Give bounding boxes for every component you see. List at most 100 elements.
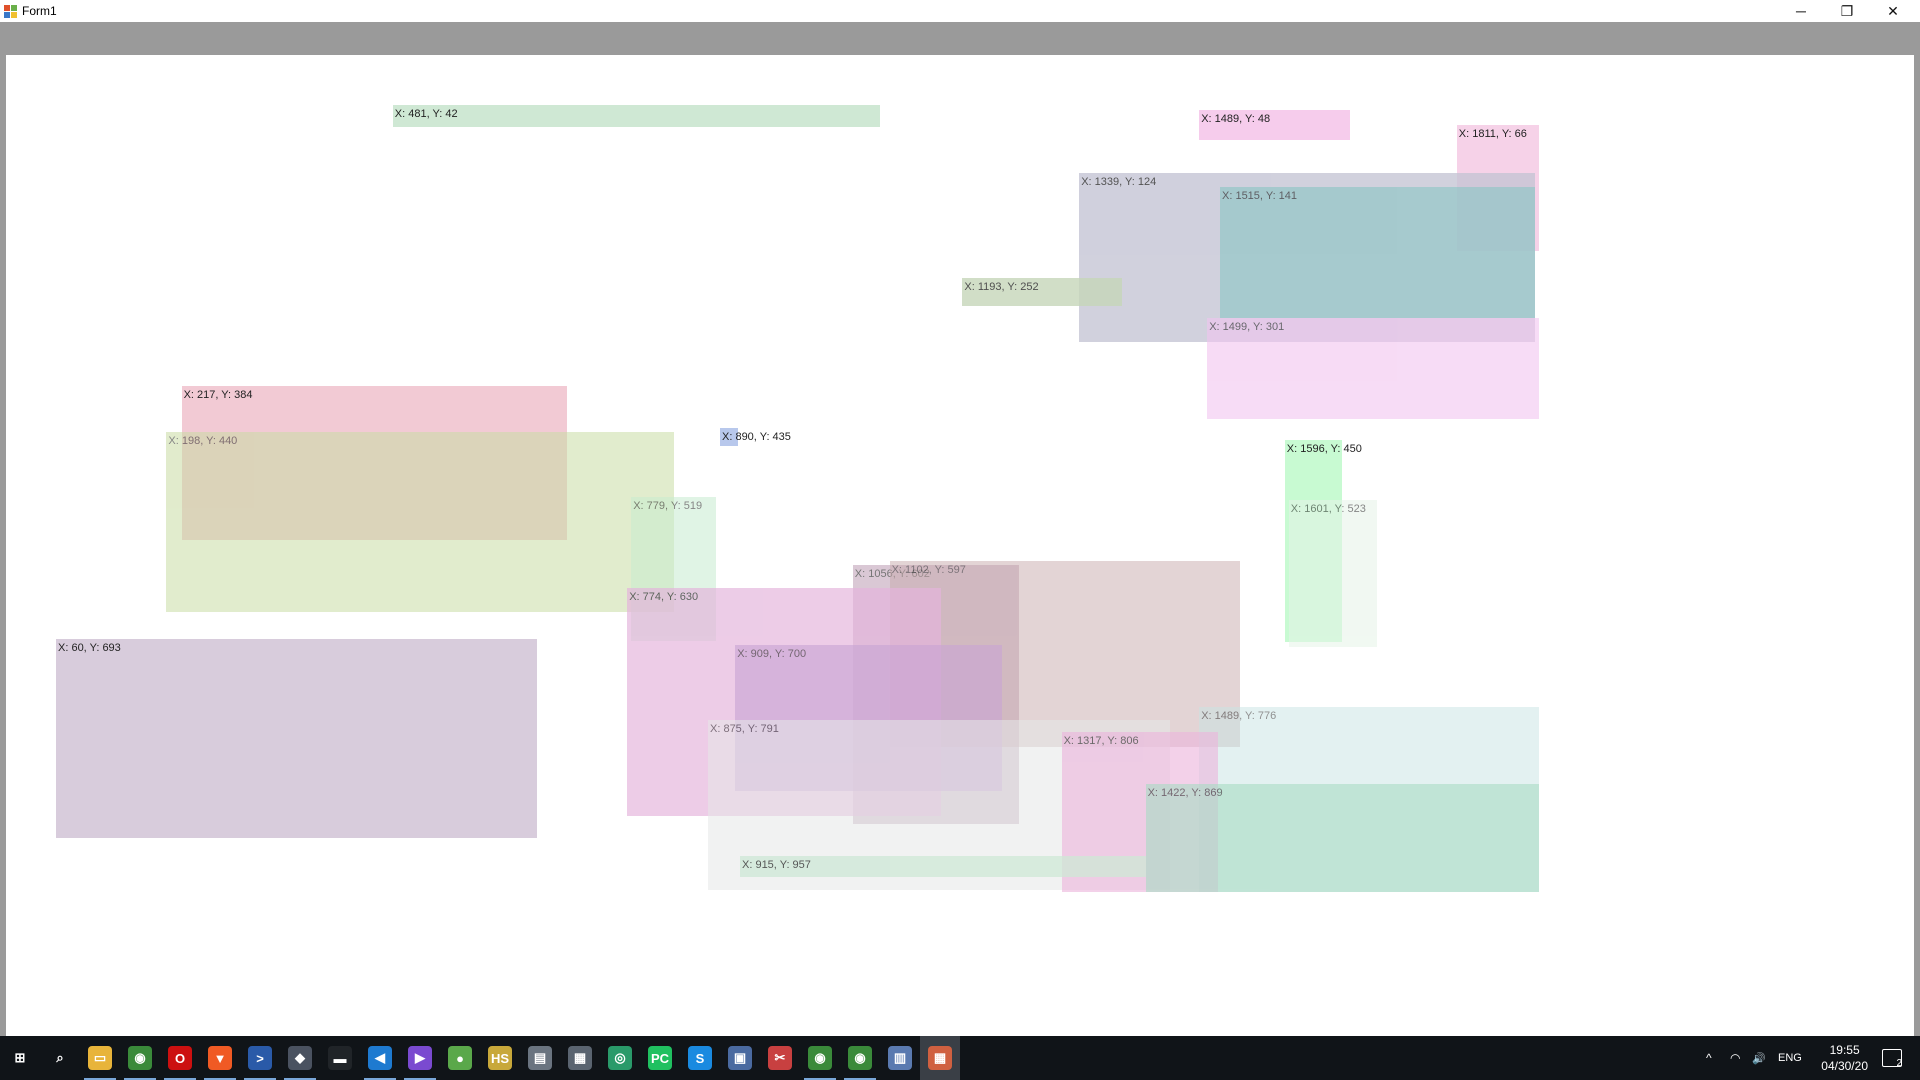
close-button[interactable]: ✕ [1870,0,1916,22]
app-icon [4,5,17,18]
rectangle-coordinate-label: X: 1811, Y: 66 [1458,128,1527,141]
drawn-rectangle: X: 1601, Y: 523 [1288,499,1377,648]
drawn-rectangle: X: 890, Y: 435 [720,427,791,446]
form-client-area: X: 481, Y: 42 X: 1489, Y: 48 X: 1811, Y: 6… [0,22,1920,1056]
rectangle-coordinate-label: X: 1339, Y: 124 [1081,175,1157,188]
rectangle-coordinate-label: X: 915, Y: 957 [742,858,811,871]
taskbar-notepad-button[interactable]: ▥ [880,1036,920,1080]
visual-studio-icon: ▶ [408,1046,432,1070]
rectangle-coordinate-label: X: 1102, Y: 597 [891,563,966,576]
taskbar-snipping-tool-button[interactable]: ✂ [760,1036,800,1080]
taskbar-network-tool-button[interactable]: ▦ [560,1036,600,1080]
network-button[interactable]: ◠ [1730,1036,1740,1080]
powershell-icon: > [248,1046,272,1070]
git-icon: ◆ [288,1046,312,1070]
drawn-rectangle: X: 198, Y: 440 [166,431,674,613]
rectangle-coordinate-label: X: 1515, Y: 141 [1222,189,1298,202]
volume-icon: 🔊 [1752,1052,1766,1065]
taskbar-form1-app-button[interactable]: ▦ [920,1036,960,1080]
drawn-rectangle: X: 60, Y: 693 [56,639,537,838]
skype-icon: S [688,1046,712,1070]
taskbar-chrome-2-button[interactable]: ◉ [800,1036,840,1080]
tray-overflow-button[interactable]: ^ [1706,1036,1712,1080]
taskbar-spring-button[interactable]: ● [440,1036,480,1080]
rectangle-coordinate-label: X: 875, Y: 791 [710,722,779,735]
hs-app-icon: HS [488,1046,512,1070]
taskbar-opera-button[interactable]: O [160,1036,200,1080]
chrome-icon: ◉ [128,1046,152,1070]
drawn-rectangle: X: 1489, Y: 48 [1199,110,1350,140]
rectangle-coordinate-label: X: 890, Y: 435 [722,430,791,443]
rectangle-coordinate-label: X: 198, Y: 440 [168,434,238,447]
vscode-icon: ◀ [368,1046,392,1070]
rectangle-coordinate-label: X: 60, Y: 693 [58,642,121,655]
drawn-rectangle: X: 481, Y: 42 [392,105,880,127]
notification-count: 2 [1896,1058,1902,1069]
input-language-button[interactable]: ENG [1778,1036,1802,1080]
notepad-icon: ▥ [888,1046,912,1070]
opera-icon: O [168,1046,192,1070]
rectangle-coordinate-label: X: 1317, Y: 806 [1063,734,1139,747]
taskbar-powershell-button[interactable]: > [240,1036,280,1080]
rectangle-coordinate-label: X: 217, Y: 384 [183,388,253,401]
taskbar-terminal-button[interactable]: ▬ [320,1036,360,1080]
rectangle-coordinate-label: X: 1499, Y: 301 [1209,320,1285,333]
notification-center-button[interactable]: 2 [1872,1036,1912,1080]
volume-button[interactable]: 🔊 [1752,1036,1766,1080]
rectangle-coordinate-label: X: 909, Y: 700 [737,648,807,660]
taskbar-brave-button[interactable]: ▼ [200,1036,240,1080]
rectangle-coordinate-label: X: 1489, Y: 776 [1201,710,1277,723]
rectangle-coordinate-label: X: 1601, Y: 523 [1290,502,1366,515]
taskbar-chrome-button[interactable]: ◉ [120,1036,160,1080]
close-icon: ✕ [1887,2,1899,19]
chrome-3-icon: ◉ [848,1046,872,1070]
paint-icon: ▣ [728,1046,752,1070]
rectangle-coordinate-label: X: 1422, Y: 869 [1147,786,1223,799]
taskbar: ⊞ ⌕ ▭ ◉ O ▼ > ◆ ▬ ◀ ▶ ● HS ▤ ▦ ◎ PC S ▣ ✂ ◉ ◉ ▥ ▦ ^ ◠ 🔊 ENG 19:… [0,1036,1920,1080]
taskbar-start-button[interactable]: ⊞ [0,1036,40,1080]
spring-icon: ● [448,1046,472,1070]
minimize-button[interactable]: ─ [1778,0,1824,22]
start-icon: ⊞ [8,1046,32,1070]
window-title: Form1 [22,4,57,18]
taskbar-hs-app-button[interactable]: HS [480,1036,520,1080]
taskbar-skype-button[interactable]: S [680,1036,720,1080]
terminal-icon: ▬ [328,1046,352,1070]
chrome-2-icon: ◉ [808,1046,832,1070]
taskbar-pycharm-button[interactable]: PC [640,1036,680,1080]
snipping-tool-icon: ✂ [768,1046,792,1070]
restore-icon: ❐ [1840,2,1854,19]
search-icon: ⌕ [48,1046,72,1070]
taskbar-database-button[interactable]: ▤ [520,1036,560,1080]
chevron-up-icon: ^ [1706,1051,1712,1065]
clock[interactable]: 19:55 04/30/20 [1821,1042,1868,1074]
drawn-rectangle: X: 1515, Y: 141 [1220,186,1536,318]
pycharm-icon: PC [648,1046,672,1070]
taskbar-git-button[interactable]: ◆ [280,1036,320,1080]
drawing-canvas[interactable]: X: 481, Y: 42 X: 1489, Y: 48 X: 1811, Y: 6… [6,55,1914,1056]
taskbar-visual-studio-button[interactable]: ▶ [400,1036,440,1080]
maps-icon: ◎ [608,1046,632,1070]
form1-app-icon: ▦ [928,1046,952,1070]
minimize-icon: ─ [1796,3,1806,19]
language-indicator: ENG [1778,1052,1802,1064]
taskbar-chrome-3-button[interactable]: ◉ [840,1036,880,1080]
rectangle-coordinate-label: X: 1489, Y: 48 [1201,113,1271,126]
clock-date: 04/30/20 [1821,1059,1868,1073]
restore-button[interactable]: ❐ [1824,0,1870,22]
rectangle-coordinate-label: X: 481, Y: 42 [394,108,458,121]
taskbar-search-button[interactable]: ⌕ [40,1036,80,1080]
taskbar-paint-button[interactable]: ▣ [720,1036,760,1080]
rectangle-coordinate-label: X: 779, Y: 519 [633,499,703,512]
taskbar-vscode-button[interactable]: ◀ [360,1036,400,1080]
rectangle-coordinate-label: X: 1193, Y: 252 [964,280,1039,293]
taskbar-file-explorer-button[interactable]: ▭ [80,1036,120,1080]
clock-time: 19:55 [1829,1043,1860,1057]
drawn-rectangle: X: 1193, Y: 252 [962,277,1123,306]
rectangle-coordinate-label: X: 774, Y: 630 [629,590,699,603]
taskbar-maps-button[interactable]: ◎ [600,1036,640,1080]
window-title-bar: Form1 ─ ❐ ✕ [0,0,1920,22]
drawn-rectangle: X: 915, Y: 957 [740,855,1147,878]
rectangle-coordinate-label: X: 1596, Y: 450 [1286,443,1362,455]
brave-icon: ▼ [208,1046,232,1070]
